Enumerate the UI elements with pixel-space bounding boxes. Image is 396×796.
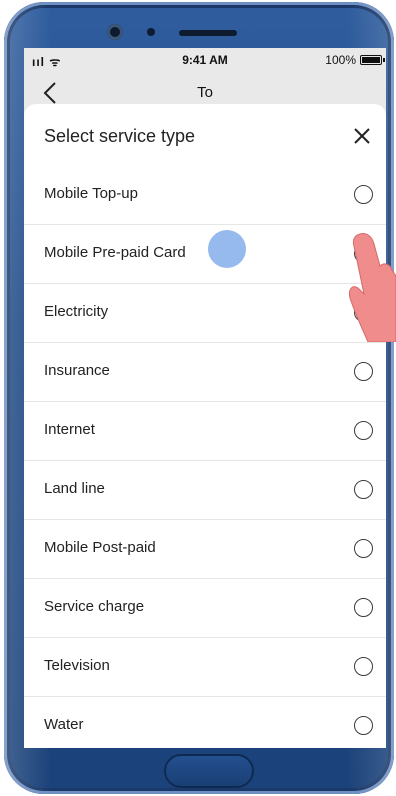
sheet-header: Select service type	[24, 104, 386, 166]
option-label: Water	[44, 716, 84, 733]
tap-indicator	[208, 230, 246, 268]
option-insurance[interactable]: Insurance	[24, 343, 386, 402]
pointing-hand-icon	[349, 233, 396, 342]
option-label: Mobile Pre-paid Card	[44, 244, 186, 261]
nav-title: To	[197, 84, 213, 101]
radio-button[interactable]	[354, 480, 373, 499]
option-land-line[interactable]: Land line	[24, 461, 386, 520]
option-service-charge[interactable]: Service charge	[24, 579, 386, 638]
service-type-list: Mobile Top-up Mobile Pre-paid Card Elect…	[24, 166, 386, 748]
option-label: Land line	[44, 480, 105, 497]
home-button[interactable]	[164, 754, 254, 788]
camera-lens	[107, 24, 123, 40]
option-label: Television	[44, 657, 110, 674]
option-mobile-pre-paid-card[interactable]: Mobile Pre-paid Card	[24, 225, 386, 284]
radio-button[interactable]	[354, 539, 373, 558]
earpiece-speaker	[179, 30, 237, 36]
radio-button[interactable]	[354, 716, 373, 735]
option-label: Service charge	[44, 598, 145, 615]
battery-percent: 100%	[325, 53, 356, 67]
option-label: Mobile Post-paid	[44, 539, 156, 556]
radio-button[interactable]	[354, 185, 373, 204]
option-television[interactable]: Television	[24, 638, 386, 697]
option-label: Mobile Top-up	[44, 185, 138, 202]
radio-button[interactable]	[354, 421, 373, 440]
proximity-sensor	[147, 28, 155, 36]
option-electricity[interactable]: Electricity	[24, 284, 386, 343]
option-water[interactable]: Water	[24, 697, 386, 748]
close-icon[interactable]	[352, 126, 372, 146]
radio-button[interactable]	[354, 657, 373, 676]
option-label: Internet	[44, 421, 95, 438]
service-type-sheet: Select service type Mobile Top-up Mobile…	[24, 104, 386, 748]
sheet-title: Select service type	[44, 126, 196, 146]
option-label: Insurance	[44, 362, 110, 379]
option-internet[interactable]: Internet	[24, 402, 386, 461]
status-bar: ııl ᯤ 9:41 AM 100%	[24, 48, 386, 72]
radio-button[interactable]	[354, 362, 373, 381]
option-mobile-top-up[interactable]: Mobile Top-up	[24, 166, 386, 225]
radio-button[interactable]	[354, 598, 373, 617]
phone-screen: ııl ᯤ 9:41 AM 100% To Select service typ…	[24, 48, 386, 748]
battery-icon	[360, 55, 385, 65]
option-mobile-post-paid[interactable]: Mobile Post-paid	[24, 520, 386, 579]
option-label: Electricity	[44, 303, 109, 320]
